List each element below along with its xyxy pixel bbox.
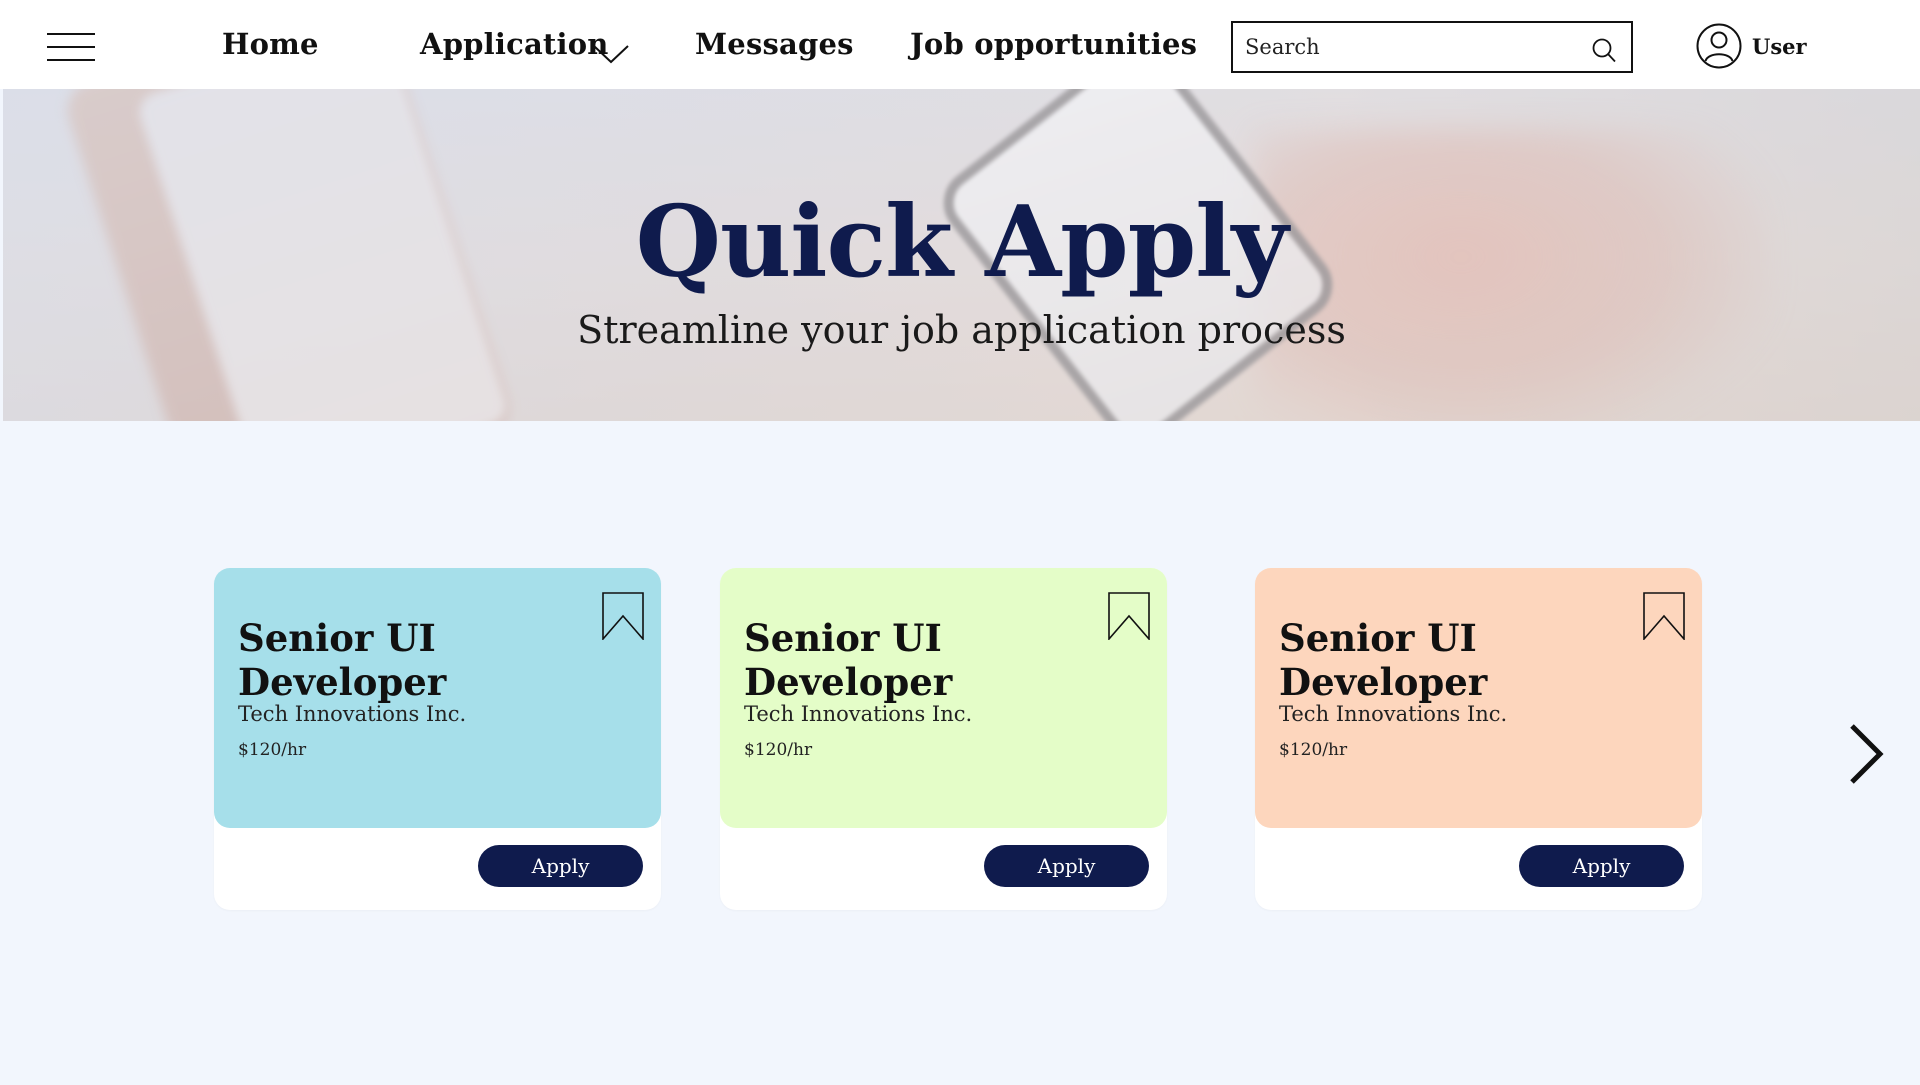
apply-button[interactable]: Apply	[478, 845, 643, 887]
job-card-header: Senior UI Developer Tech Innovations Inc…	[214, 568, 661, 828]
user-menu[interactable]: User	[1696, 22, 1807, 70]
job-card[interactable]: Senior UI Developer Tech Innovations Inc…	[720, 568, 1167, 910]
hero-title: Quick Apply	[635, 185, 1289, 300]
job-title: Senior UI Developer	[1279, 616, 1488, 704]
apply-button[interactable]: Apply	[1519, 845, 1684, 887]
job-rate: $120/hr	[744, 740, 813, 760]
hero-subtitle: Streamline your job application process	[577, 308, 1346, 352]
job-card-header: Senior UI Developer Tech Innovations Inc…	[1255, 568, 1702, 828]
job-card[interactable]: Senior UI Developer Tech Innovations Inc…	[1255, 568, 1702, 910]
chevron-down-icon[interactable]	[593, 44, 629, 64]
search-input[interactable]	[1245, 32, 1575, 62]
bookmark-icon[interactable]	[602, 592, 644, 640]
bookmark-icon[interactable]	[1643, 592, 1685, 640]
bookmark-icon[interactable]	[1108, 592, 1150, 640]
search-icon[interactable]	[1591, 37, 1617, 63]
hamburger-menu-icon[interactable]	[47, 33, 95, 61]
search-bar	[1231, 21, 1633, 73]
nav-home-link[interactable]: Home	[222, 27, 319, 61]
nav-messages-link[interactable]: Messages	[695, 27, 854, 61]
job-rate: $120/hr	[238, 740, 307, 760]
job-card[interactable]: Senior UI Developer Tech Innovations Inc…	[214, 568, 661, 910]
top-navbar: Home Application Messages Job opportunit…	[0, 0, 1920, 89]
chevron-right-icon[interactable]	[1846, 722, 1888, 786]
user-label[interactable]: User	[1752, 34, 1807, 59]
nav-application-link[interactable]: Application	[420, 27, 609, 61]
user-avatar-icon[interactable]	[1696, 23, 1742, 69]
job-card-header: Senior UI Developer Tech Innovations Inc…	[720, 568, 1167, 828]
job-title: Senior UI Developer	[744, 616, 953, 704]
apply-button[interactable]: Apply	[984, 845, 1149, 887]
job-company: Tech Innovations Inc.	[238, 702, 467, 726]
nav-job-opportunities-link[interactable]: Job opportunities	[910, 27, 1197, 61]
job-rate: $120/hr	[1279, 740, 1348, 760]
job-title: Senior UI Developer	[238, 616, 447, 704]
hero-banner: Quick Apply Streamline your job applicat…	[3, 89, 1920, 421]
job-company: Tech Innovations Inc.	[744, 702, 973, 726]
job-company: Tech Innovations Inc.	[1279, 702, 1508, 726]
